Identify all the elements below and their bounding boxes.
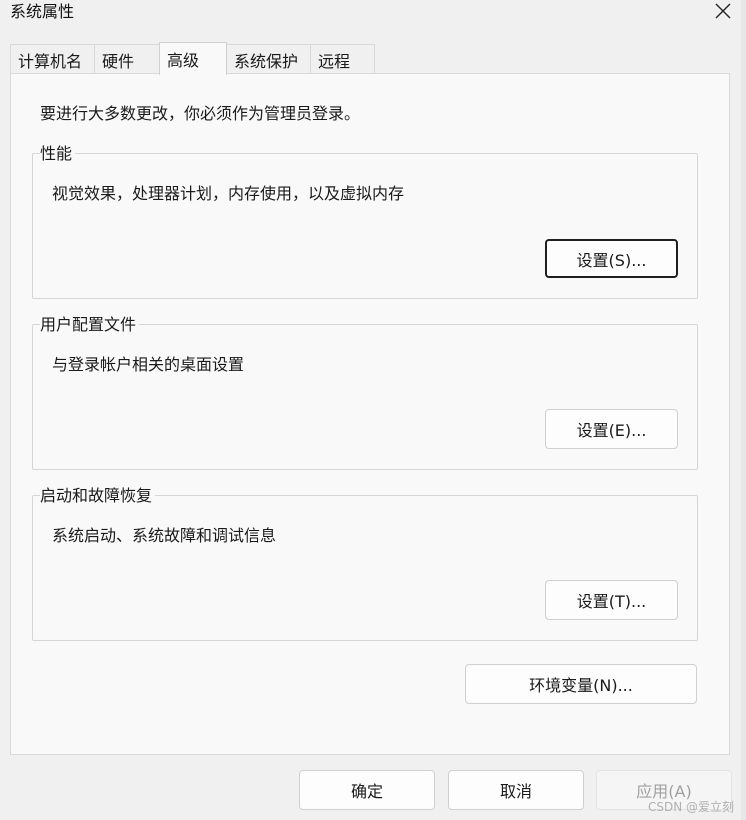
cancel-button[interactable]: 取消 xyxy=(448,770,584,810)
tab-advanced[interactable]: 高级 xyxy=(159,42,227,75)
tab-remote[interactable]: 远程 xyxy=(310,44,375,74)
background-edge xyxy=(741,0,746,820)
close-icon xyxy=(715,3,731,19)
tab-label: 计算机名 xyxy=(18,51,83,71)
user-profiles-group-label: 用户配置文件 xyxy=(40,315,140,335)
startup-recovery-settings-button[interactable]: 设置(T)... xyxy=(545,580,678,620)
performance-description: 视觉效果，处理器计划，内存使用，以及虚拟内存 xyxy=(52,184,405,203)
title-bar: 系统属性 xyxy=(0,0,746,28)
startup-recovery-group-label: 启动和故障恢复 xyxy=(40,486,156,506)
startup-recovery-description: 系统启动、系统故障和调试信息 xyxy=(52,526,277,545)
performance-settings-button[interactable]: 设置(S)... xyxy=(545,239,678,278)
tab-computer-name[interactable]: 计算机名 xyxy=(10,44,95,74)
tab-label: 系统保护 xyxy=(234,51,299,71)
tab-label: 高级 xyxy=(167,51,200,70)
user-profiles-description: 与登录帐户相关的桌面设置 xyxy=(52,355,245,374)
window-title: 系统属性 xyxy=(10,2,75,21)
tab-label: 远程 xyxy=(318,51,351,71)
tab-label: 硬件 xyxy=(102,51,135,71)
close-button[interactable] xyxy=(700,0,746,22)
tab-system-protection[interactable]: 系统保护 xyxy=(226,44,311,74)
performance-group-label: 性能 xyxy=(40,144,76,164)
user-profiles-settings-button[interactable]: 设置(E)... xyxy=(545,409,678,449)
watermark: CSDN @爱立刻 xyxy=(648,800,735,814)
tab-hardware[interactable]: 硬件 xyxy=(94,44,160,74)
ok-button[interactable]: 确定 xyxy=(299,770,435,810)
environment-variables-button[interactable]: 环境变量(N)... xyxy=(465,664,697,704)
admin-note: 要进行大多数更改，你必须作为管理员登录。 xyxy=(40,104,361,123)
